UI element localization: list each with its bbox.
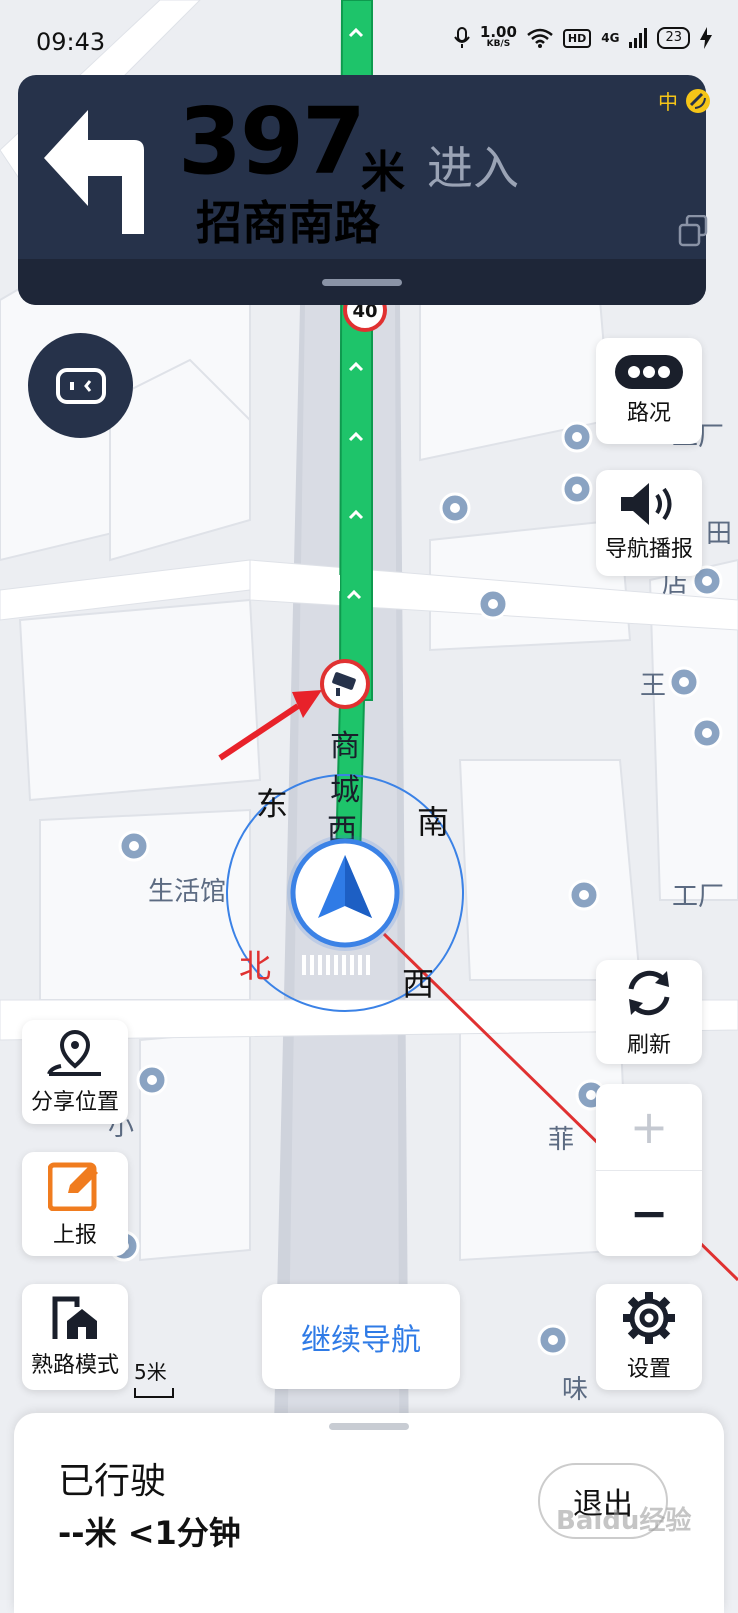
voice-assistant-button[interactable]: [28, 333, 133, 438]
status-icons: 1.00 KB/S HD 4G 23: [454, 23, 712, 50]
charging-icon: [700, 27, 712, 49]
map-scale-label: 5米: [134, 1360, 167, 1384]
refresh-label: 刷新: [626, 1033, 671, 1058]
zoom-out-button[interactable]: −: [596, 1171, 702, 1257]
battery-level: 23: [657, 27, 690, 49]
poi-label: 味: [562, 1375, 588, 1405]
gear-icon: [623, 1292, 675, 1344]
share-location-label: 分享位置: [30, 1090, 119, 1115]
copy-icon[interactable]: [678, 215, 708, 247]
refresh-icon: [628, 970, 670, 1016]
compass-east: 东: [256, 785, 288, 823]
poi-label: 工厂: [672, 882, 724, 912]
signal-label: 4G: [601, 31, 620, 45]
assistant-icon: [55, 367, 106, 404]
camera-icon: [320, 659, 370, 709]
turn-left-arrow-icon: [44, 110, 144, 234]
net-speed: 1.00 KB/S: [479, 23, 517, 50]
gps-strength: 中: [658, 90, 678, 114]
compass-west: 西: [402, 965, 434, 1003]
gps-indicator: 中: [658, 86, 712, 115]
traffic-icon: [615, 355, 683, 389]
report-button[interactable]: 上报: [22, 1152, 128, 1256]
home-road-icon: [52, 1296, 97, 1339]
net-speed-unit: KB/S: [486, 39, 511, 49]
vehicle-location-icon: [287, 835, 403, 951]
microphone-icon: [454, 27, 470, 48]
panel-drag-handle[interactable]: [329, 1423, 409, 1430]
net-speed-value: 1.00: [479, 23, 517, 41]
familiar-road-mode-button[interactable]: 熟路模式: [22, 1284, 128, 1390]
traffic-label: 路况: [626, 401, 671, 426]
zoom-in-button[interactable]: +: [596, 1084, 702, 1171]
refresh-button[interactable]: 刷新: [596, 960, 702, 1064]
next-road-name: 招商南路: [196, 196, 380, 250]
continue-navigation-button[interactable]: 继续导航: [262, 1284, 460, 1389]
edit-report-icon: [48, 1162, 98, 1211]
driven-stats: --米 <1分钟: [58, 1514, 241, 1552]
report-label: 上报: [52, 1223, 97, 1248]
settings-label: 设置: [626, 1357, 671, 1382]
status-time: 09:43: [36, 28, 106, 56]
banner-handle-area[interactable]: [18, 259, 706, 305]
poi-label: 田: [706, 519, 732, 549]
voice-broadcast-label: 导航播报: [604, 537, 693, 562]
signal-icon: [629, 28, 648, 48]
poi-label: 生活馆: [148, 877, 226, 907]
banner-drag-handle[interactable]: [322, 279, 402, 286]
location-pin-icon: [47, 1029, 101, 1076]
familiar-road-mode-label: 熟路模式: [30, 1353, 119, 1378]
wifi-icon: [527, 28, 553, 48]
turn-action: 进入: [427, 141, 519, 195]
share-location-button[interactable]: 分享位置: [22, 1020, 128, 1124]
satellite-icon: [686, 88, 710, 113]
compass-north: 北: [239, 947, 271, 985]
settings-button[interactable]: 设置: [596, 1284, 702, 1390]
hd-badge: HD: [562, 28, 592, 48]
turn-distance: 397: [178, 88, 366, 195]
driven-label: 已行驶: [58, 1461, 167, 1502]
speaker-icon: [621, 483, 672, 525]
poi-label: 菲: [548, 1125, 574, 1155]
baidu-watermark: Baidu经验: [556, 1506, 692, 1536]
road-label-char: 商: [330, 729, 360, 764]
voice-broadcast-button[interactable]: 导航播报: [596, 470, 702, 576]
traffic-button[interactable]: 路况: [596, 338, 702, 444]
poi-label: 王: [640, 671, 666, 701]
zoom-controls: + −: [596, 1084, 702, 1256]
map-scale-bar: [134, 1388, 174, 1398]
road-label-char: 城: [330, 773, 360, 808]
compass-south: 南: [417, 803, 449, 841]
